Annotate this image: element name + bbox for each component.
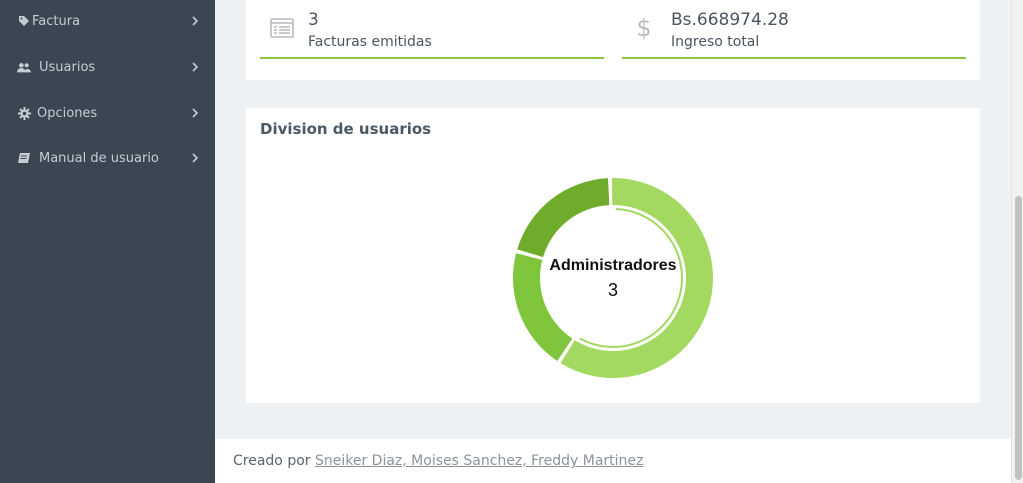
stat-value: 3	[308, 10, 319, 30]
sidebar: Factura Usuarios Opciones Manual de usua…	[0, 0, 215, 483]
list-icon	[270, 17, 294, 39]
authors-link[interactable]: Sneiker Diaz, Moises Sanchez, Freddy Mar…	[315, 453, 643, 469]
sidebar-item-factura[interactable]: Factura	[0, 6, 215, 36]
chart-panel: Division de usuarios Administradores 3	[246, 108, 980, 403]
stat-label: Ingreso total	[671, 34, 760, 50]
stat-value: Bs.668974.28	[671, 10, 789, 30]
users-icon	[17, 60, 31, 74]
donut-slice[interactable]	[517, 178, 610, 258]
footer-text: Creado por Sneiker Diaz, Moises Sanchez,…	[233, 453, 643, 469]
sidebar-item-label: Manual de usuario	[39, 150, 159, 166]
scrollbar[interactable]	[1011, 0, 1023, 483]
donut-slice-highlight	[579, 208, 683, 348]
center-label-value: 3	[607, 280, 618, 300]
stat-label: Facturas emitidas	[308, 34, 432, 50]
dollar-icon: $	[636, 14, 652, 42]
chevron-right-icon	[192, 108, 199, 118]
sidebar-item-opciones[interactable]: Opciones	[0, 98, 215, 128]
gear-icon	[17, 106, 31, 120]
stat-facturas: 3 Facturas emitidas	[260, 0, 604, 59]
sidebar-item-manual[interactable]: Manual de usuario	[0, 143, 215, 173]
footer-prefix: Creado por	[233, 453, 311, 469]
footer: Creado por Sneiker Diaz, Moises Sanchez,…	[215, 439, 1011, 483]
sidebar-item-label: Opciones	[37, 105, 98, 121]
stat-ingreso: $ Bs.668974.28 Ingreso total	[622, 0, 966, 59]
center-label-name: Administradores	[549, 257, 677, 274]
book-icon	[17, 151, 31, 165]
chevron-right-icon	[192, 62, 199, 72]
donut-chart	[513, 178, 713, 378]
sidebar-item-label: Factura	[32, 13, 81, 29]
stats-panel: 3 Facturas emitidas $ Bs.668974.28 Ingre…	[246, 0, 980, 80]
scrollbar-thumb[interactable]	[1015, 196, 1022, 480]
chevron-right-icon	[192, 153, 199, 163]
tag-icon	[17, 14, 31, 28]
main-content: 3 Facturas emitidas $ Bs.668974.28 Ingre…	[215, 0, 1011, 483]
sidebar-item-label: Usuarios	[39, 59, 96, 75]
chevron-right-icon	[192, 16, 199, 26]
sidebar-item-usuarios[interactable]: Usuarios	[0, 52, 215, 82]
